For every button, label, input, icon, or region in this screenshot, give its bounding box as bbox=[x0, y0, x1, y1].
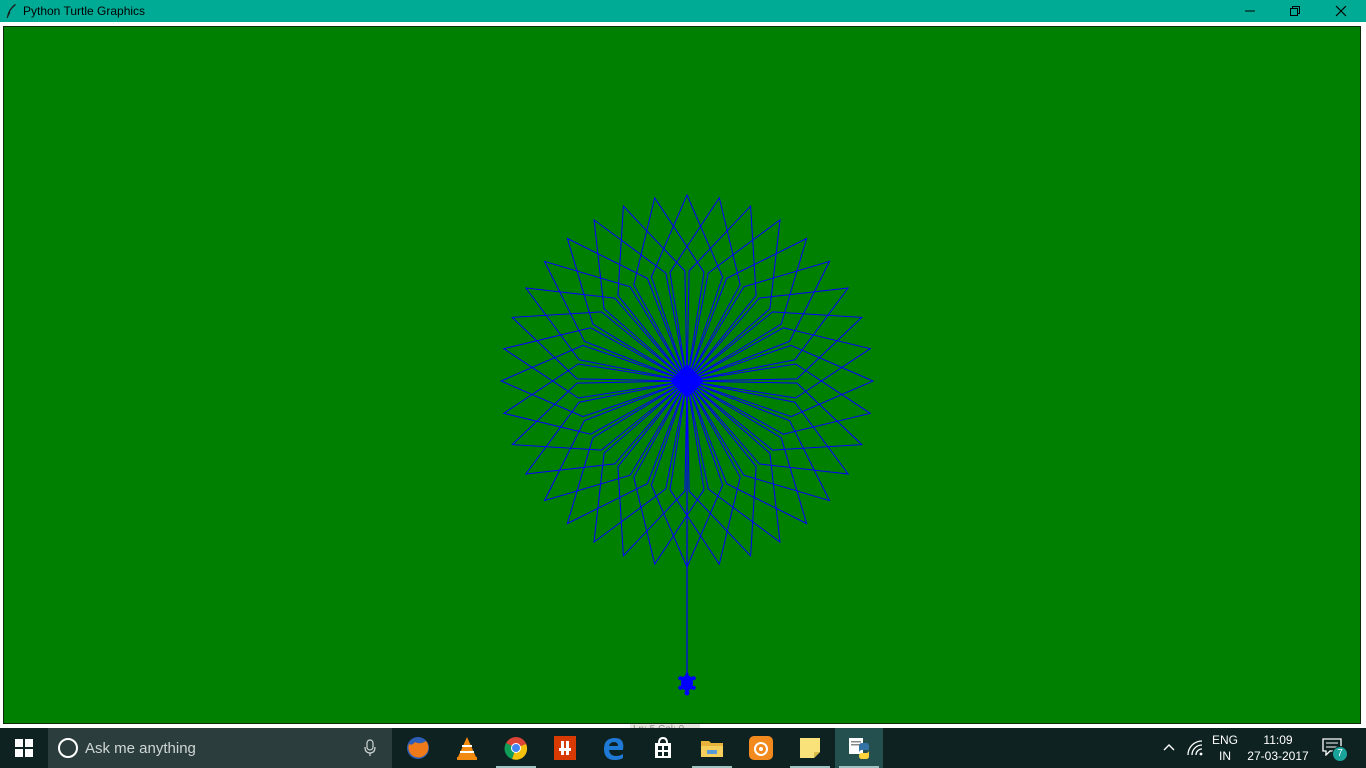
taskbar-python[interactable] bbox=[835, 728, 883, 768]
petal-line bbox=[543, 380, 689, 502]
restore-icon bbox=[1290, 6, 1300, 16]
show-hidden-icons-chevron-icon[interactable] bbox=[1162, 740, 1176, 759]
taskbar-sticky-notes[interactable] bbox=[786, 728, 834, 768]
minimize-icon bbox=[1245, 10, 1255, 12]
petal-line bbox=[593, 218, 688, 383]
action-center-button[interactable]: 7 bbox=[1322, 738, 1348, 762]
petal-line bbox=[524, 380, 689, 475]
petal-line bbox=[686, 379, 808, 525]
turtle-canvas[interactable] bbox=[3, 26, 1361, 724]
wifi-network-icon[interactable] bbox=[1187, 740, 1203, 761]
clock-date: 27-03-2017 bbox=[1247, 749, 1309, 763]
microphone-icon[interactable] bbox=[364, 739, 376, 762]
edge-icon bbox=[604, 738, 624, 760]
petal-line bbox=[566, 237, 688, 383]
start-button[interactable] bbox=[0, 728, 48, 768]
cortana-icon bbox=[58, 738, 78, 758]
petal-line bbox=[566, 379, 688, 525]
petal-line bbox=[685, 287, 850, 382]
restore-button[interactable] bbox=[1272, 0, 1318, 22]
vlc-icon bbox=[457, 737, 477, 760]
taskbar-firefox[interactable] bbox=[394, 728, 442, 768]
title-bar: Python Turtle Graphics bbox=[0, 0, 1366, 22]
petal-line bbox=[686, 379, 781, 544]
minimize-button[interactable] bbox=[1227, 0, 1273, 22]
petal-line bbox=[685, 380, 850, 475]
petal-line bbox=[685, 380, 831, 502]
sticky-notes-icon bbox=[800, 738, 820, 758]
turtle-drawing bbox=[499, 193, 875, 696]
search-box[interactable]: Ask me anything bbox=[48, 728, 392, 768]
office-icon bbox=[554, 736, 576, 760]
taskbar-office[interactable] bbox=[541, 728, 589, 768]
petal-line bbox=[593, 379, 688, 544]
taskbar-file-explorer[interactable] bbox=[688, 728, 736, 768]
firefox-icon bbox=[407, 737, 429, 759]
uc-browser-icon bbox=[749, 736, 773, 760]
petal-line bbox=[685, 260, 831, 382]
petal-line bbox=[524, 287, 689, 382]
taskbar-edge[interactable] bbox=[590, 728, 638, 768]
window-title: Python Turtle Graphics bbox=[23, 4, 146, 18]
close-icon bbox=[1335, 5, 1347, 17]
taskbar-uc-browser[interactable] bbox=[737, 728, 785, 768]
region-code: IN bbox=[1219, 749, 1231, 763]
search-placeholder: Ask me anything bbox=[85, 740, 196, 757]
input-language[interactable]: ENG IN bbox=[1210, 732, 1240, 764]
windows-logo-icon bbox=[15, 739, 33, 757]
taskbar-vlc[interactable] bbox=[443, 728, 491, 768]
petal-line bbox=[686, 218, 781, 383]
notification-badge: 7 bbox=[1332, 746, 1348, 762]
taskbar: Ask me anything ENG IN 11:09 27-03-2017 … bbox=[0, 728, 1366, 768]
petal-line bbox=[543, 260, 689, 382]
clock-time: 11:09 bbox=[1263, 733, 1293, 747]
store-icon bbox=[655, 737, 671, 758]
close-button[interactable] bbox=[1318, 0, 1364, 22]
chrome-icon bbox=[504, 737, 528, 760]
language-code: ENG bbox=[1211, 733, 1238, 747]
file-explorer-icon bbox=[701, 741, 723, 757]
python-icon bbox=[849, 738, 869, 759]
clock[interactable]: 11:09 27-03-2017 bbox=[1242, 732, 1314, 764]
feather-icon bbox=[4, 3, 18, 19]
turtle-cursor-icon bbox=[678, 672, 696, 696]
petal-line bbox=[686, 237, 808, 383]
taskbar-store[interactable] bbox=[639, 728, 687, 768]
taskbar-chrome[interactable] bbox=[492, 728, 540, 768]
